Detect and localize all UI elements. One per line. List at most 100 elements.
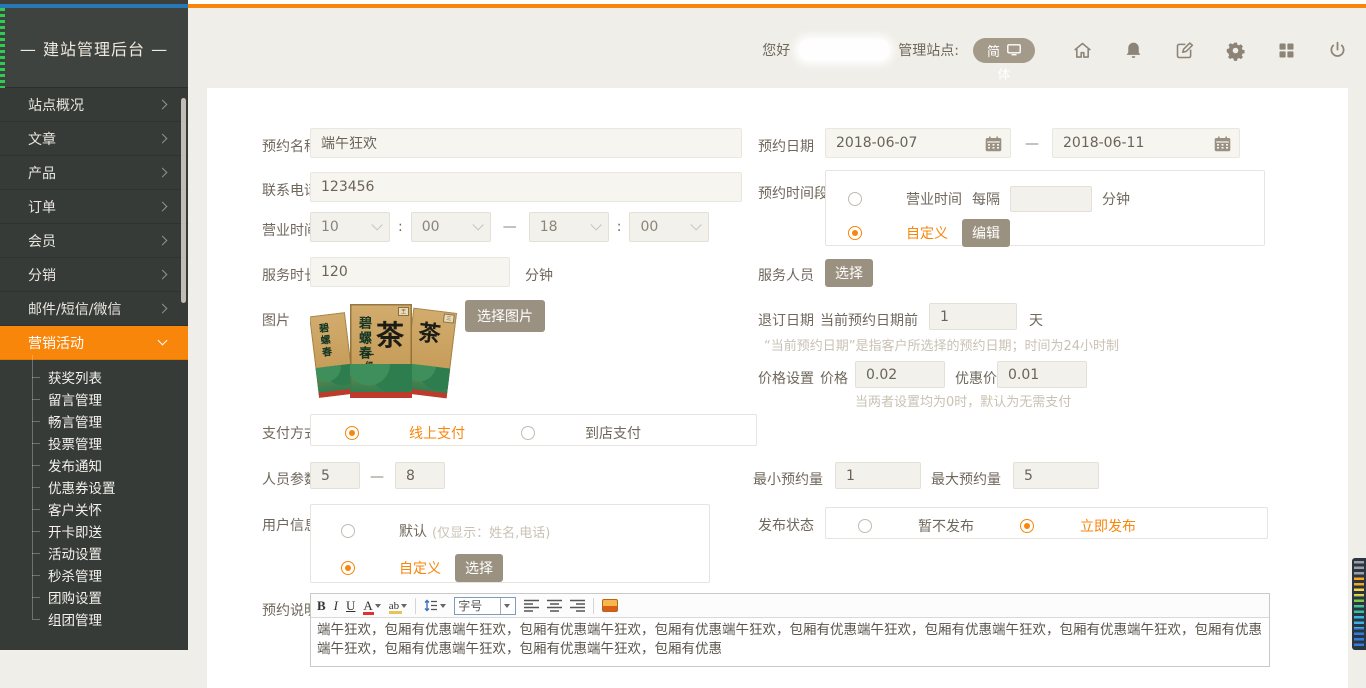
submenu-label: 活动设置: [48, 543, 102, 563]
top-header: 您好 管理站点: 简 体: [188, 8, 1366, 88]
sidebar-item-articles[interactable]: 文章: [0, 122, 188, 156]
staff-choose-button[interactable]: 选择: [825, 259, 873, 287]
redacted-username: [798, 39, 890, 61]
sidebar-item-mail-sms-wechat[interactable]: 邮件/短信/微信: [0, 292, 188, 326]
people-dash: —: [370, 469, 384, 485]
end-hour-select[interactable]: 18: [529, 212, 609, 242]
time-slot-business-radio[interactable]: [848, 192, 862, 206]
user-info-default-radio[interactable]: [341, 524, 355, 538]
publish-later-radio[interactable]: [858, 519, 872, 533]
underline-button[interactable]: U: [346, 598, 355, 614]
start-hour-select[interactable]: 10: [310, 212, 390, 242]
hours-dash: —: [503, 219, 517, 235]
sidebar-item-label: 文章: [28, 129, 56, 149]
apps-icon[interactable]: [1275, 39, 1297, 61]
submenu-item-flashsale-mgmt[interactable]: 秒杀管理: [0, 564, 188, 586]
bold-button[interactable]: B: [317, 598, 326, 614]
description-content[interactable]: 端午狂欢，包厢有优惠端午狂欢，包厢有优惠端午狂欢，包厢有优惠端午狂欢，包厢有优惠…: [311, 618, 1269, 666]
time-colon: :: [398, 219, 403, 235]
sidebar-item-site-overview[interactable]: 站点概况: [0, 88, 188, 122]
time-slot-interval-input[interactable]: [1010, 186, 1092, 212]
sidebar-item-members[interactable]: 会员: [0, 224, 188, 258]
align-left-button[interactable]: [524, 599, 539, 612]
booking-form-panel: 预约名称 端午狂欢 预约日期 2018-06-07 — 2018-06-11 联…: [207, 88, 1348, 688]
time-slot-label: 预约时间段: [758, 183, 828, 203]
max-booking-input[interactable]: 5: [1013, 462, 1099, 489]
sidebar-item-products[interactable]: 产品: [0, 156, 188, 190]
submenu-item-message-mgmt[interactable]: 留言管理: [0, 388, 188, 410]
price-input[interactable]: 0.02: [855, 361, 945, 388]
payment-instore-radio[interactable]: [521, 426, 535, 440]
booking-name-input[interactable]: 端午狂欢: [310, 128, 742, 158]
tea-character: 茶: [417, 315, 443, 349]
top-strip: [0, 0, 1366, 8]
max-booking-label: 最大预约量: [931, 469, 1001, 489]
bell-icon[interactable]: [1122, 39, 1144, 61]
payment-online-radio[interactable]: [345, 426, 359, 440]
user-info-choose-button[interactable]: 选择: [455, 554, 503, 582]
submenu-item-customer-care[interactable]: 客户关怀: [0, 498, 188, 520]
dropdown-button[interactable]: [500, 598, 512, 614]
submenu-item-vote-mgmt[interactable]: 投票管理: [0, 432, 188, 454]
people-min-input[interactable]: 5: [310, 462, 360, 489]
highlight-button[interactable]: ab: [389, 600, 407, 612]
tea-character: 茶: [376, 314, 404, 354]
time-slot-custom-radio[interactable]: [848, 226, 862, 240]
sidebar-item-marketing[interactable]: 营销活动: [0, 326, 188, 360]
people-max-input[interactable]: 8: [395, 462, 445, 489]
language-switcher[interactable]: 简 体: [973, 38, 1035, 63]
submenu-item-publish-notice[interactable]: 发布通知: [0, 454, 188, 476]
discount-label: 优惠价: [955, 368, 997, 388]
font-size-select[interactable]: 字号: [454, 597, 516, 615]
font-color-button[interactable]: A: [363, 598, 380, 614]
chevron-right-icon: [158, 236, 168, 246]
insert-image-button[interactable]: [602, 599, 618, 612]
calendar-icon[interactable]: [985, 136, 1002, 152]
sidebar-scrollbar[interactable]: [181, 98, 186, 303]
align-center-button[interactable]: [547, 599, 562, 612]
cancel-date-prefix: 当前预约日期前: [820, 310, 918, 330]
submenu-item-activity-settings[interactable]: 活动设置: [0, 542, 188, 564]
start-minute-select[interactable]: 00: [411, 212, 491, 242]
edit-icon[interactable]: [1173, 39, 1195, 61]
user-info-custom-radio[interactable]: [341, 561, 355, 575]
price-label: 价格: [820, 368, 848, 388]
publish-now-radio[interactable]: [1020, 519, 1034, 533]
italic-button[interactable]: I: [334, 598, 338, 614]
sidebar-item-orders[interactable]: 订单: [0, 190, 188, 224]
publish-status-label: 发布状态: [758, 515, 814, 535]
color-strip-widget[interactable]: [1352, 558, 1366, 650]
align-right-button[interactable]: [570, 599, 585, 612]
power-icon[interactable]: [1326, 39, 1348, 61]
booking-date-start-input[interactable]: 2018-06-07: [825, 128, 1011, 158]
submenu-item-changyan-mgmt[interactable]: 畅言管理: [0, 410, 188, 432]
time-slot-minutes-label: 分钟: [1102, 189, 1130, 209]
calendar-icon[interactable]: [1214, 136, 1231, 152]
submenu-item-award-list[interactable]: 获奖列表: [0, 366, 188, 388]
service-duration-input[interactable]: 120: [310, 257, 510, 287]
submenu-item-coupon-settings[interactable]: 优惠券设置: [0, 476, 188, 498]
submenu-item-team-mgmt[interactable]: 组团管理: [0, 608, 188, 630]
app-logo-text: — 建站管理后台 —: [20, 36, 168, 60]
cancel-days-input[interactable]: 1: [929, 303, 1017, 330]
cancel-days-value: 1: [940, 309, 949, 325]
home-icon[interactable]: [1071, 39, 1093, 61]
booking-date-end-input[interactable]: 2018-06-11: [1052, 128, 1240, 158]
min-booking-input[interactable]: 1: [835, 462, 921, 489]
sidebar-item-distribution[interactable]: 分销: [0, 258, 188, 292]
discount-input[interactable]: 0.01: [997, 361, 1087, 388]
choose-image-button[interactable]: 选择图片: [465, 300, 545, 332]
end-minute-select[interactable]: 00: [629, 212, 709, 242]
price-note: 当两者设置均为0时，默认为无需支付: [855, 391, 1071, 410]
submenu-item-card-gift[interactable]: 开卡即送: [0, 520, 188, 542]
time-slot-interval-label: 每隔: [972, 189, 1000, 209]
line-spacing-button[interactable]: [424, 599, 446, 612]
gear-icon[interactable]: [1224, 39, 1246, 61]
time-slot-edit-button[interactable]: 编辑: [962, 219, 1010, 247]
contact-phone-input[interactable]: 123456: [310, 172, 742, 202]
submenu-item-groupbuy-settings[interactable]: 团购设置: [0, 586, 188, 608]
product-name-vertical: 碧螺春: [314, 322, 333, 360]
price-value: 0.02: [866, 367, 897, 383]
sidebar: — 建站管理后台 — 站点概况 文章 产品 订单 会员 分销 邮件/短信/微信 …: [0, 8, 188, 650]
user-info-custom-label: 自定义: [399, 558, 441, 578]
